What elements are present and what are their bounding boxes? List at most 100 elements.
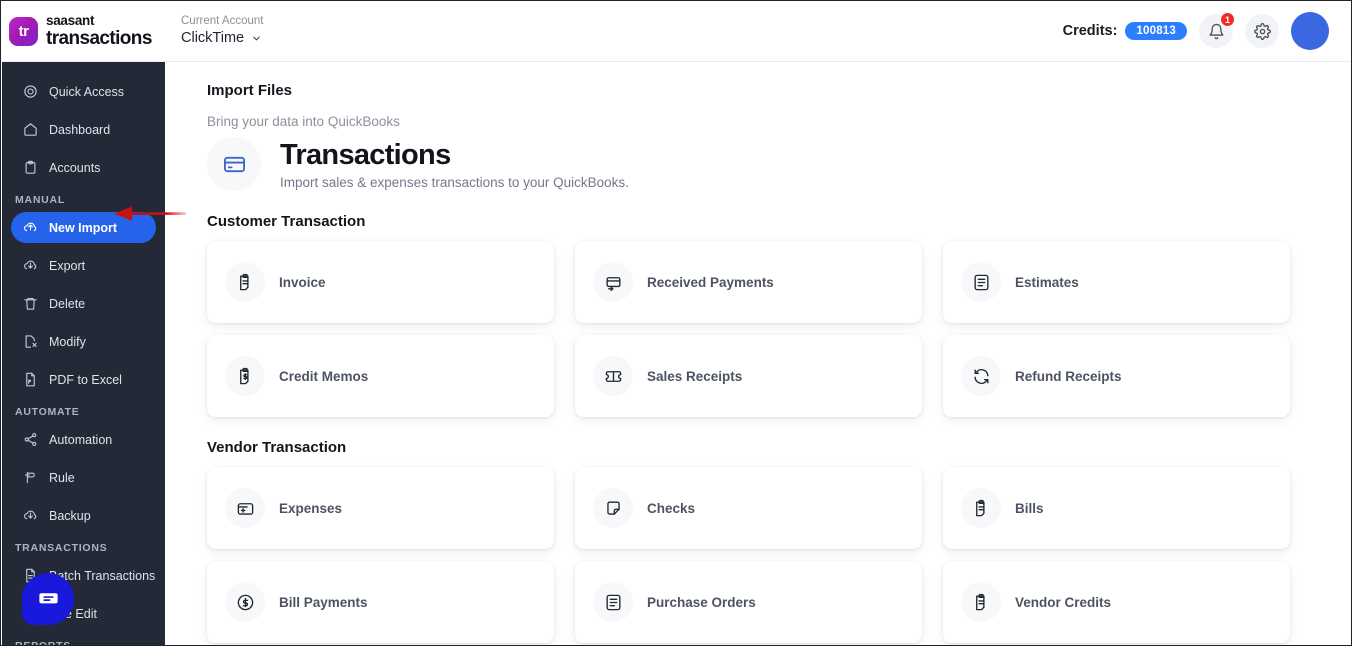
card-label: Purchase Orders [647, 594, 756, 610]
wallet-icon [225, 488, 265, 528]
sidebar-item-pdf-to-excel[interactable]: PDF to Excel [11, 364, 156, 395]
card-bill-payments[interactable]: Bill Payments [207, 561, 554, 643]
pdf-file-icon [26, 372, 35, 387]
credits-display: Credits: 100813 [1063, 22, 1187, 40]
upload-cloud-icon [24, 222, 37, 232]
credits-value-badge[interactable]: 100813 [1125, 22, 1187, 40]
sidebar-item-automation[interactable]: Automation [11, 424, 156, 455]
card-sales-receipts[interactable]: Sales Receipts [575, 335, 922, 417]
sidebar-section-reports: REPORTS [15, 640, 72, 646]
brand-logo-group[interactable]: tr saasant transactions [1, 14, 164, 48]
saasant-logo-icon: tr [9, 16, 38, 46]
chat-widget-button[interactable] [22, 573, 74, 625]
sidebar-item-label: Delete [49, 296, 86, 311]
account-switcher[interactable]: Current Account ClickTime [181, 15, 263, 47]
bill-clipboard-icon [961, 488, 1001, 528]
chat-bubble-icon [38, 592, 58, 603]
credit-card-glyph [223, 156, 245, 172]
edit-document-icon [25, 335, 37, 348]
sidebar-item-new-import[interactable]: New Import [11, 212, 156, 243]
card-refund-receipts[interactable]: Refund Receipts [943, 335, 1290, 417]
card-estimates[interactable]: Estimates [943, 241, 1290, 323]
sidebar-item-label: Export [49, 258, 86, 273]
invoice-glyph [239, 273, 249, 290]
sidebar-item-delete[interactable]: Delete [11, 288, 156, 319]
card-received-payments[interactable]: Received Payments [575, 241, 922, 323]
backup-cloud-icon [24, 510, 37, 520]
received-payment-icon [593, 262, 633, 302]
sidebar-group-main: Quick Access Dashboard Accounts [2, 76, 165, 183]
sidebar-item-rule[interactable]: Rule [11, 462, 156, 493]
card-label: Checks [647, 500, 696, 516]
card-label: Bill Payments [279, 594, 368, 610]
settings-button[interactable] [1245, 14, 1279, 48]
brand-wordmark: saasant transactions [46, 14, 152, 48]
rule-icon [24, 471, 35, 484]
user-avatar[interactable] [1291, 12, 1329, 50]
sidebar-item-quick-access[interactable]: Quick Access [11, 76, 156, 107]
card-label: Received Payments [647, 274, 774, 290]
estimate-glyph [973, 274, 989, 290]
vendor-credit-glyph [975, 593, 985, 610]
invoice-clipboard-icon [225, 262, 265, 302]
sales-receipt-ticket-icon [593, 356, 633, 396]
account-switcher-value: ClickTime [181, 30, 245, 47]
main-content: Import Files Bring your data into QuickB… [165, 62, 1351, 645]
check-page-icon [593, 488, 633, 528]
download-cloud-icon [24, 260, 37, 270]
card-credit-memos[interactable]: Credit Memos [207, 335, 554, 417]
sidebar-item-modify[interactable]: Modify [11, 326, 156, 357]
sidebar-item-label: Backup [49, 508, 91, 523]
card-label: Vendor Credits [1015, 594, 1112, 610]
section-title-vendor-transaction: Vendor Transaction [207, 439, 347, 456]
bill-glyph [975, 499, 985, 516]
sidebar-item-export[interactable]: Export [11, 250, 156, 281]
card-checks[interactable]: Checks [575, 467, 922, 549]
sidebar-item-label: Modify [49, 334, 86, 349]
sidebar-item-backup[interactable]: Backup [11, 500, 156, 531]
sidebar-item-accounts[interactable]: Accounts [11, 152, 156, 183]
card-vendor-credits[interactable]: Vendor Credits [943, 561, 1290, 643]
sidebar-item-label: Accounts [49, 160, 101, 175]
card-expenses[interactable]: Expenses [207, 467, 554, 549]
page-subtitle: Bring your data into QuickBooks [207, 114, 400, 129]
top-bar: tr saasant transactions Current Account … [1, 1, 1351, 62]
sidebar-item-label: Quick Access [49, 84, 125, 99]
sidebar-section-transactions: TRANSACTIONS [15, 542, 108, 554]
brand-name-top: saasant [46, 13, 95, 29]
customer-transaction-card-grid: Invoice Received Payments Estimates Cred… [207, 241, 1305, 417]
ticket-glyph [605, 370, 621, 382]
dollar-coin-icon [225, 582, 265, 622]
purchase-order-icon [593, 582, 633, 622]
card-purchase-orders[interactable]: Purchase Orders [575, 561, 922, 643]
refund-glyph [973, 368, 989, 384]
card-label: Sales Receipts [647, 368, 743, 384]
sidebar-item-dashboard[interactable]: Dashboard [11, 114, 156, 145]
card-bills[interactable]: Bills [943, 467, 1290, 549]
sidebar-section-manual: MANUAL [15, 194, 65, 206]
hero-title: Transactions [280, 138, 451, 171]
hero-text-block: Transactions Import sales & expenses tra… [271, 139, 629, 190]
clipboard-icon [25, 160, 36, 174]
vendor-credit-icon [961, 582, 1001, 622]
sidebar-item-label: Rule [49, 470, 75, 485]
share-nodes-icon [24, 433, 37, 446]
sidebar-item-label: Dashboard [49, 122, 111, 137]
notifications-button[interactable]: 1 [1199, 12, 1235, 48]
page-title: Import Files [207, 82, 293, 99]
account-switcher-value-row: ClickTime [181, 30, 263, 47]
notification-badge: 1 [1220, 12, 1235, 27]
gear-icon [1253, 22, 1271, 40]
received-payment-glyph [605, 276, 621, 291]
card-invoice[interactable]: Invoice [207, 241, 554, 323]
sidebar: Quick Access Dashboard Accounts MANUAL N… [2, 62, 165, 646]
dollar-coin-glyph [237, 594, 253, 610]
